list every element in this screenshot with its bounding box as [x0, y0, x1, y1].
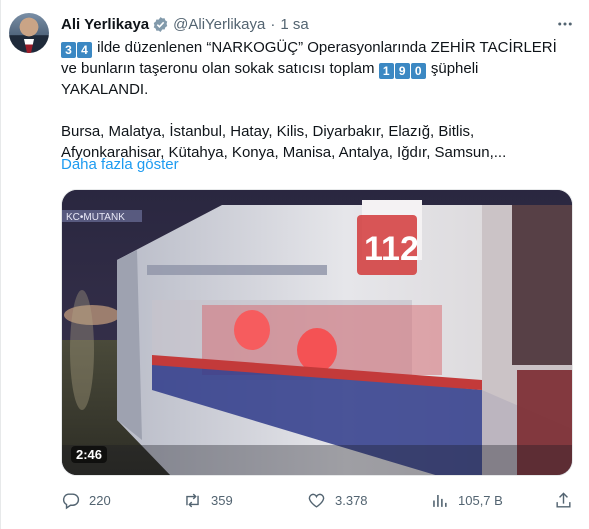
author-name[interactable]: Ali Yerlikaya: [61, 16, 149, 33]
author-avatar[interactable]: [9, 13, 49, 53]
tweet-line: YAKALANDI.: [61, 81, 149, 98]
show-more-link[interactable]: Daha fazla göster: [61, 156, 179, 173]
share-icon: [556, 492, 571, 508]
views-icon: [433, 494, 447, 507]
views-button[interactable]: 105,7 B: [430, 491, 503, 510]
views-count: 105,7 B: [458, 493, 503, 508]
retweet-icon: [186, 493, 199, 508]
more-horizontal-icon: [558, 22, 572, 26]
like-button[interactable]: 3.378: [307, 491, 368, 510]
tweet-header: Ali Yerlikaya @AliYerlikaya · 1 sa: [61, 14, 309, 34]
tweet-line-text: şüpheli: [426, 60, 479, 77]
keycap-digit: 9: [394, 63, 410, 79]
keycap-digit: 3: [61, 42, 76, 58]
author-handle[interactable]: @AliYerlikaya: [173, 16, 265, 33]
video-frame: KC•MUTANK 112: [62, 190, 572, 475]
verified-badge-icon: [153, 16, 168, 32]
avatar-portrait: [24, 39, 34, 53]
like-count: 3.378: [335, 493, 368, 508]
tweet-text: 34 ilde düzenlenen “NARKOGÜÇ” Operasyonl…: [61, 37, 571, 163]
video-duration: 2:46: [71, 446, 108, 463]
share-button[interactable]: [554, 491, 573, 510]
video-player[interactable]: KC•MUTANK 112 2:46: [61, 189, 573, 476]
keycap-digit: 1: [378, 63, 394, 79]
tweet-time[interactable]: 1 sa: [280, 16, 308, 33]
tweet-line-text: ve bunların taşeronu olan sokak satıcısı…: [61, 60, 379, 77]
timeline-divider: [0, 0, 1, 529]
like-icon: [308, 493, 325, 508]
sign-text: KC•MUTANK: [66, 212, 125, 223]
tweet-line-text: ilde düzenlenen “NARKOGÜÇ” Operasyonları…: [93, 39, 557, 56]
header-separator: ·: [270, 15, 276, 33]
reply-icon: [62, 493, 80, 510]
retweet-count: 359: [211, 493, 233, 508]
vehicle-number: 112: [364, 230, 419, 268]
keycap-digit: 4: [77, 42, 92, 58]
tweet-line: Bursa, Malatya, İstanbul, Hatay, Kilis, …: [61, 123, 475, 140]
tweet-line: 34 ilde düzenlenen “NARKOGÜÇ” Operasyonl…: [61, 37, 571, 58]
reply-count: 220: [89, 493, 111, 508]
keycap-digit: 0: [410, 63, 426, 79]
retweet-button[interactable]: 359: [183, 491, 233, 510]
tweet-line: ve bunların taşeronu olan sokak satıcısı…: [61, 58, 571, 79]
reply-button[interactable]: 220: [61, 491, 111, 510]
tweet-actions: 220 359 3.378 105,7 B: [61, 491, 573, 511]
more-button[interactable]: [555, 14, 575, 34]
